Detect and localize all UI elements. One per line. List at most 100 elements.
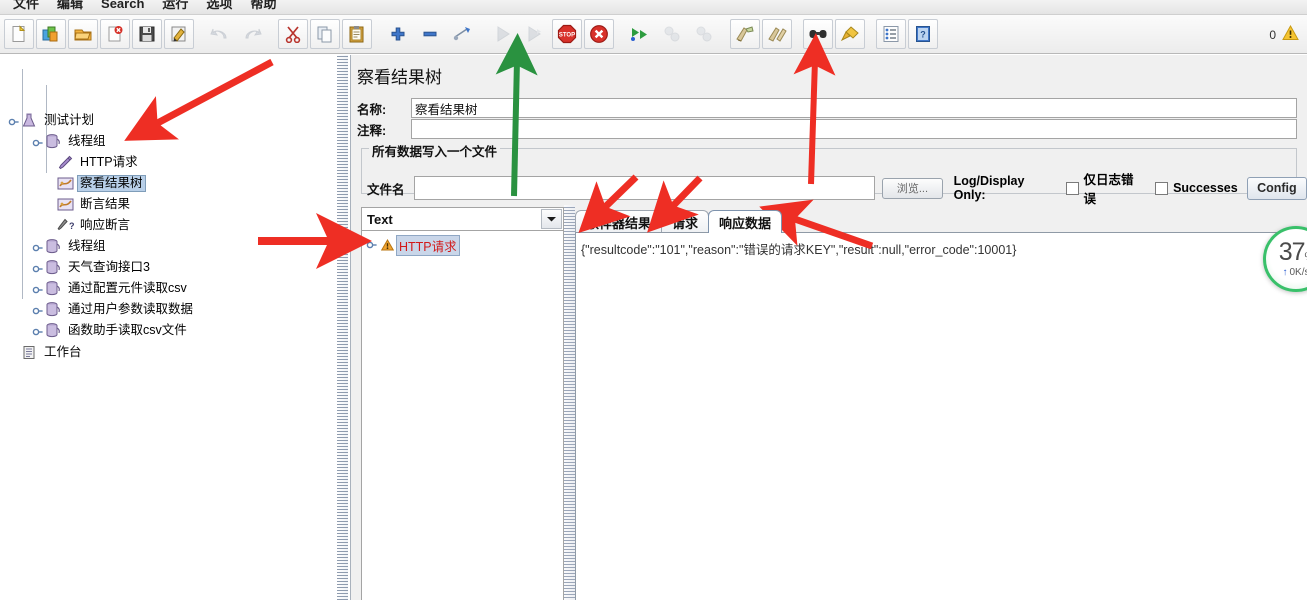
errors-only-checkbox[interactable]: 仅日志错误 (1065, 169, 1144, 207)
main-split-divider[interactable] (337, 55, 348, 600)
successes-checkbox[interactable]: Successes (1155, 181, 1238, 195)
menu-search[interactable]: Search (92, 0, 153, 11)
expander-icon[interactable] (32, 305, 44, 315)
shutdown-button[interactable] (584, 19, 614, 49)
new-button[interactable] (4, 19, 34, 49)
thread-group-icon (44, 323, 62, 339)
tree-node-function-helper-csv[interactable]: 函数助手读取csv文件 (32, 322, 189, 339)
expander-icon[interactable] (32, 242, 44, 252)
tree-node-assertion-results[interactable]: 断言结果 (56, 196, 132, 213)
response-assertion-icon: ? (56, 218, 74, 234)
tree-node-workbench[interactable]: 工作台 (8, 344, 84, 361)
menu-bar: 文件 编辑 Search 运行 选项 帮助 (0, 0, 1307, 15)
browse-button[interactable]: 浏览... (882, 177, 943, 199)
tree-node-weather-api-3[interactable]: 天气查询接口3 (32, 259, 152, 276)
tree-node-label: 天气查询接口3 (68, 260, 150, 274)
comment-input[interactable] (411, 119, 1297, 139)
tree-node-thread-group-1[interactable]: 线程组 (32, 133, 108, 150)
list-item-label: HTTP请求 (396, 234, 460, 256)
comment-label: 注释: (357, 123, 387, 138)
function-helper-button[interactable] (876, 19, 906, 49)
tree-node-label: 断言结果 (80, 197, 131, 211)
open-button[interactable] (68, 19, 98, 49)
expander-icon[interactable] (366, 240, 378, 250)
menu-edit[interactable]: 编辑 (48, 0, 92, 11)
start-no-pauses-button[interactable] (520, 19, 550, 49)
tree-node-csv-config[interactable]: 通过配置元件读取csv (32, 280, 189, 297)
filename-input[interactable] (413, 176, 876, 200)
remote-shutdown-all-button[interactable] (689, 19, 719, 49)
results-detail-split-divider[interactable] (564, 205, 575, 600)
chevron-down-icon[interactable] (541, 209, 562, 229)
collapse-button[interactable] (415, 19, 445, 49)
thread-group-icon (44, 260, 62, 276)
thread-group-icon (44, 302, 62, 318)
tree-node-test-plan[interactable]: 测试计划 (8, 112, 96, 129)
tree-node-label: HTTP请求 (80, 155, 138, 169)
response-text: {"resultcode":"101","reason":"错误的请求KEY",… (581, 243, 1017, 257)
expander-icon[interactable] (32, 263, 44, 273)
menu-options[interactable]: 选项 (197, 0, 241, 11)
start-button[interactable] (488, 19, 518, 49)
expander-icon[interactable] (32, 137, 44, 147)
expander-icon[interactable] (8, 116, 20, 126)
close-button[interactable] (100, 19, 130, 49)
warning-count: 0 (1269, 27, 1276, 42)
undo-button[interactable] (205, 19, 235, 49)
toolbar: STOP ? 0 (0, 15, 1307, 54)
tree-node-user-params[interactable]: 通过用户参数读取数据 (32, 301, 195, 318)
gauge-percent: 37% (1278, 238, 1307, 266)
tab-response-data[interactable]: 响应数据 (708, 210, 783, 233)
response-data-view[interactable]: {"resultcode":"101","reason":"错误的请求KEY",… (575, 232, 1307, 600)
remote-stop-all-button[interactable] (657, 19, 687, 49)
render-select[interactable]: Text (361, 207, 564, 231)
tab-request[interactable]: 请求 (661, 210, 710, 233)
test-plan-tree[interactable]: 测试计划 线程组 HTTP请求 察看结果树 断言结果 ? 响应断言 线程组 天气… (0, 55, 336, 600)
tree-node-label: 工作台 (44, 345, 82, 359)
menu-help[interactable]: 帮助 (241, 0, 285, 11)
stop-button[interactable]: STOP (552, 19, 582, 49)
tree-node-http-request[interactable]: HTTP请求 (56, 154, 140, 171)
toggle-button[interactable] (447, 19, 477, 49)
tab-sampler-result[interactable]: 取样器结果 (575, 210, 663, 233)
arrow-up-icon: ↑ (1282, 267, 1288, 278)
tree-node-thread-group-2[interactable]: 线程组 (32, 238, 108, 255)
checkbox-box[interactable] (1155, 181, 1169, 195)
config-button[interactable]: Config (1246, 176, 1307, 200)
expand-button[interactable] (383, 19, 413, 49)
save-button[interactable] (132, 19, 162, 49)
save-as-button[interactable] (164, 19, 194, 49)
tree-node-response-assertion[interactable]: ? 响应断言 (56, 217, 132, 234)
cut-button[interactable] (278, 19, 308, 49)
help-button[interactable]: ? (908, 19, 938, 49)
http-sampler-icon (56, 155, 74, 171)
copy-button[interactable] (310, 19, 340, 49)
search-button[interactable] (803, 19, 833, 49)
expander-icon[interactable] (32, 326, 44, 336)
filename-label: 文件名 (367, 182, 405, 197)
tree-node-label: 线程组 (68, 239, 106, 253)
thread-group-icon (44, 281, 62, 297)
menu-file[interactable]: 文件 (4, 0, 48, 11)
results-list[interactable]: HTTP请求 (361, 231, 564, 600)
thread-group-icon (44, 239, 62, 255)
templates-button[interactable] (36, 19, 66, 49)
tree-node-view-results-tree[interactable]: 察看结果树 (56, 175, 146, 192)
assertion-results-icon (56, 197, 74, 213)
warning-triangle-icon[interactable] (1282, 24, 1299, 44)
expander-icon[interactable] (32, 284, 44, 294)
filename-row: 文件名 浏览... Log/Display Only: 仅日志错误 Succes… (367, 169, 1307, 207)
menu-run[interactable]: 运行 (153, 0, 197, 11)
tree-node-label: 察看结果树 (77, 175, 146, 192)
remote-start-all-button[interactable] (625, 19, 655, 49)
clear-button[interactable] (730, 19, 760, 49)
view-results-tree-icon (56, 176, 74, 192)
redo-button[interactable] (237, 19, 267, 49)
paste-button[interactable] (342, 19, 372, 49)
tree-node-label: 测试计划 (44, 113, 95, 127)
name-input[interactable]: 察看结果树 (411, 98, 1297, 118)
list-item[interactable]: HTTP请求 (362, 234, 563, 256)
checkbox-box[interactable] (1065, 181, 1079, 195)
reset-search-button[interactable] (835, 19, 865, 49)
clear-all-button[interactable] (762, 19, 792, 49)
